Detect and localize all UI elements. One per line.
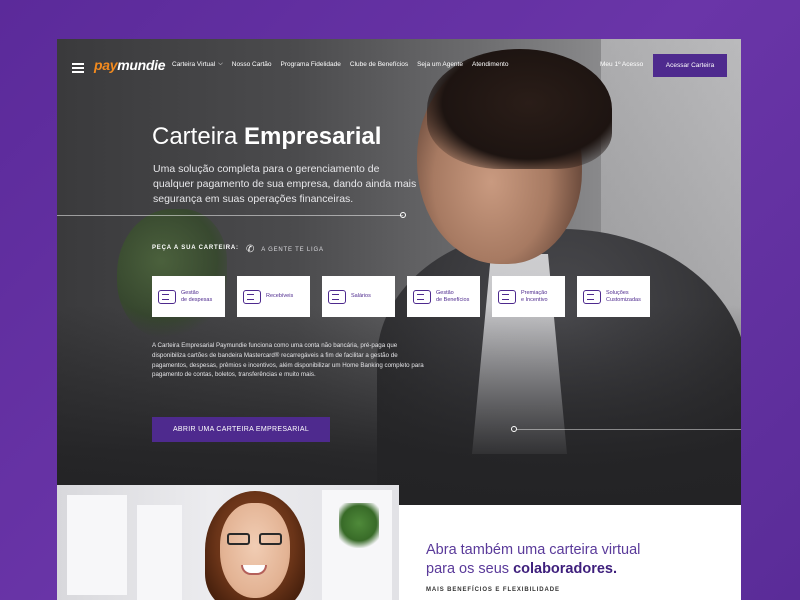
hamburger-menu-icon[interactable]	[72, 63, 84, 73]
gente-te-liga-label: A GENTE TE LIGA	[261, 246, 324, 253]
document-icon	[413, 289, 431, 304]
logo-pay-text: pay	[94, 57, 118, 73]
chevron-down-icon: ⌵	[218, 61, 223, 67]
colaboradores-section: Abra também uma carteira virtual para os…	[399, 505, 741, 600]
gente-te-liga-link[interactable]: ✆ A GENTE TE LIGA	[246, 244, 324, 255]
card-salarios[interactable]: Salários	[322, 276, 395, 317]
heading-line2-light: para os seus	[426, 561, 510, 577]
card-label: Salários	[351, 293, 371, 299]
card-label: Soluções Customizadas	[606, 289, 641, 303]
colaboradores-tagline: MAIS BENEFÍCIOS E FLEXIBILIDADE	[426, 587, 560, 593]
heading-line1: Abra também uma carteira virtual	[426, 542, 641, 558]
card-premiacao-incentivo[interactable]: Premiação e Incentivo	[492, 276, 565, 317]
slider-line	[517, 429, 741, 430]
woman-face	[220, 503, 290, 598]
website-frame: paymundie Carteira Virtual ⌵ Nosso Cartão…	[57, 39, 741, 600]
hero-title-bold: Empresarial	[244, 123, 382, 150]
hero-subtitle: Uma solução completa para o gerenciament…	[153, 163, 417, 205]
logo-mundie-text: mundie	[117, 57, 166, 73]
slider-dot[interactable]	[511, 426, 517, 432]
top-nav: paymundie Carteira Virtual ⌵ Nosso Cartão…	[57, 39, 741, 93]
card-label: Gestão de despesas	[181, 289, 213, 303]
piggy-bank-icon	[158, 289, 176, 304]
card-recebiveis[interactable]: Recebíveis	[237, 276, 310, 317]
hero-bottom-shade	[57, 305, 741, 505]
peca-carteira-label: PEÇA A SUA CARTEIRA:	[152, 245, 239, 251]
hero-divider-line	[57, 215, 403, 216]
nav-item-clube-beneficios[interactable]: Clube de Benefícios	[350, 61, 408, 68]
nav-links: Carteira Virtual ⌵ Nosso Cartão Programa …	[172, 61, 517, 68]
employee-photo	[57, 485, 399, 600]
shelf-image	[67, 495, 127, 595]
acessar-carteira-button[interactable]: Acessar Carteira	[653, 54, 727, 77]
cash-icon	[243, 289, 261, 304]
plant-image	[339, 503, 379, 548]
card-gestao-despesas[interactable]: Gestão de despesas	[152, 276, 225, 317]
heading-line2-bold: colaboradores.	[513, 561, 618, 577]
service-cards: Gestão de despesas Recebíveis Salários G…	[152, 276, 650, 317]
coins-icon	[498, 289, 516, 304]
hero-title-light: Carteira	[152, 123, 238, 150]
nav-item-atendimento[interactable]: Atendimento	[472, 61, 509, 68]
shelf-image	[137, 505, 182, 600]
phone-icon: ✆	[246, 244, 256, 255]
nav-item-programa-fidelidade[interactable]: Programa Fidelidade	[281, 61, 341, 68]
card-label: Premiação e Incentivo	[521, 289, 548, 303]
abrir-carteira-button[interactable]: ABRIR UMA CARTEIRA EMPRESARIAL	[152, 417, 330, 442]
hero-description: A Carteira Empresarial Paymundie funcion…	[152, 342, 424, 379]
nav-item-carteira-virtual[interactable]: Carteira Virtual ⌵	[172, 61, 223, 68]
paymundie-logo[interactable]: paymundie	[94, 57, 166, 73]
nav-item-nosso-cartao[interactable]: Nosso Cartão	[232, 61, 272, 68]
card-gestao-beneficios[interactable]: Gestão de Benefícios	[407, 276, 480, 317]
hero-title: Carteira Empresarial	[152, 123, 381, 151]
colaboradores-heading: Abra também uma carteira virtual para os…	[426, 541, 726, 579]
hero-divider-dot	[400, 212, 406, 218]
wallet-icon	[328, 289, 346, 304]
nav-item-seja-agente[interactable]: Seja um Agente	[417, 61, 463, 68]
meu-acesso-link[interactable]: Meu 1º Acesso	[600, 61, 643, 68]
glasses-image	[227, 533, 285, 546]
card-label: Gestão de Benefícios	[436, 289, 470, 303]
card-label: Recebíveis	[266, 293, 294, 299]
card-solucoes-customizadas[interactable]: Soluções Customizadas	[577, 276, 650, 317]
hero-section: paymundie Carteira Virtual ⌵ Nosso Cartão…	[57, 39, 741, 505]
nav-item-label: Carteira Virtual	[172, 61, 216, 68]
card-solutions-icon	[583, 289, 601, 304]
